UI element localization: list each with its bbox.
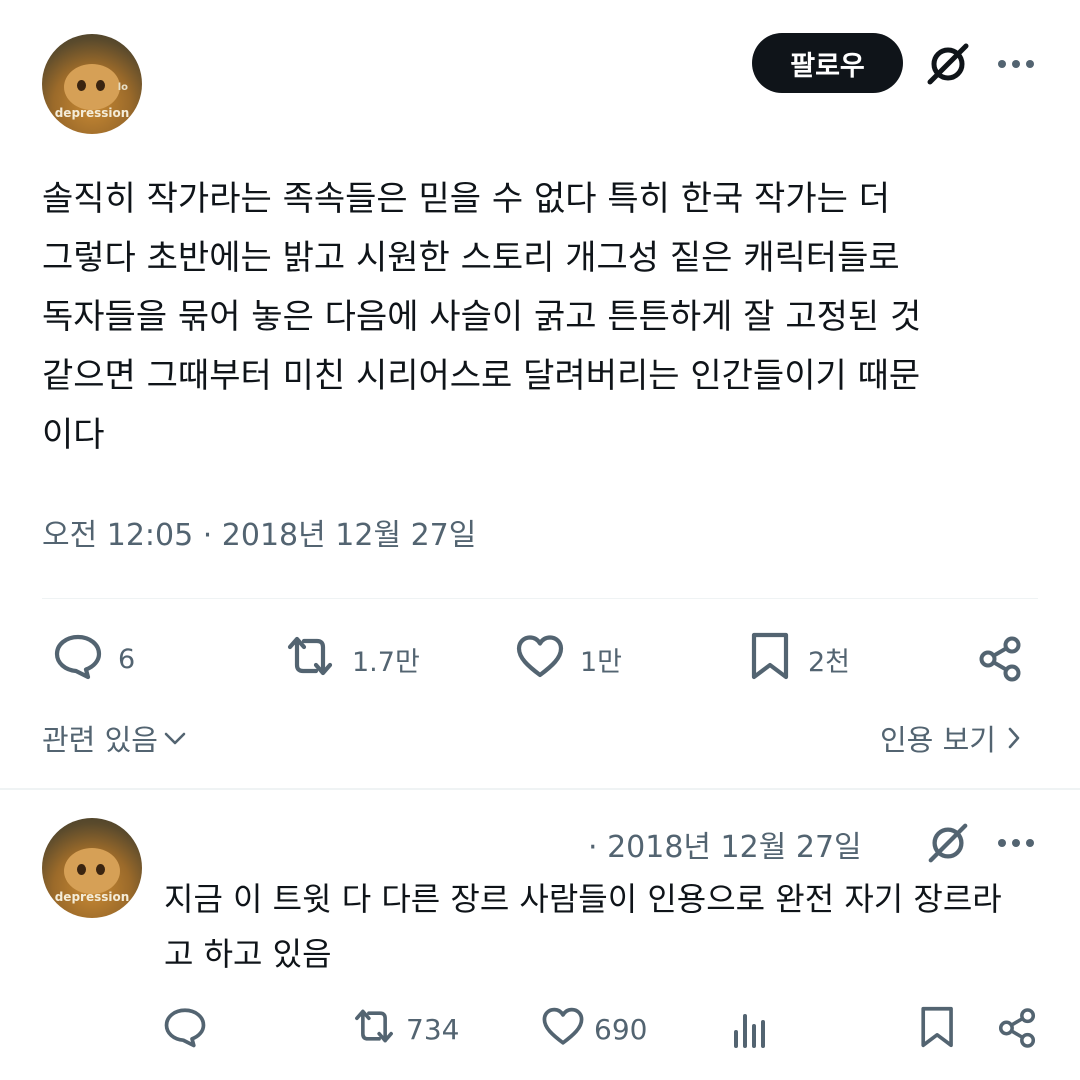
chevron-down-icon (162, 728, 188, 748)
avatar-eye-left (77, 80, 86, 91)
follow-button[interactable]: 팔로우 (752, 33, 903, 93)
retweet-count: 1.7만 (352, 646, 420, 678)
share-icon[interactable] (994, 1004, 1040, 1052)
like-button[interactable]: 1만 (514, 634, 622, 684)
like-icon (540, 1005, 586, 1054)
reply-icon (162, 1005, 208, 1053)
reply-date[interactable]: · 2018년 12월 27일 (588, 822, 862, 866)
grok-icon[interactable] (920, 40, 976, 88)
avatar-face (64, 64, 120, 110)
share-icon[interactable] (972, 634, 1028, 684)
view-quotes-label: 인용 보기 (880, 723, 996, 757)
section-divider (0, 788, 1080, 790)
avatar-caption: depression (54, 106, 130, 120)
bookmark-button[interactable]: 2천 (748, 632, 851, 684)
reply-text: 지금 이 트윗 다 다른 장르 사람들이 인용으로 완전 자기 장르라 고 하고… (164, 872, 1044, 982)
reply-avatar[interactable]: depression (42, 818, 142, 918)
tweet-text-line: 독자들을 묶어 놓은 다음에 사슬이 굵고 튼튼하게 잘 고정된 것 (42, 297, 922, 337)
retweet-button[interactable]: 734 (350, 1006, 459, 1052)
avatar-eye-right (96, 864, 105, 875)
tweet-text: 솔직히 작가라는 족속들은 믿을 수 없다 특히 한국 작가는 더 그렇다 초반… (42, 170, 1052, 465)
retweet-icon (282, 633, 338, 686)
avatar-side-text: lo (117, 82, 128, 93)
related-label: 관련 있음 (42, 723, 158, 757)
reply-button[interactable]: 6 (52, 634, 135, 684)
retweet-icon (350, 1006, 398, 1053)
like-button[interactable]: 690 (540, 1006, 647, 1052)
like-icon (514, 633, 566, 686)
chevron-right-icon (1006, 725, 1022, 751)
reply-button[interactable] (160, 1006, 210, 1052)
retweet-count: 734 (406, 1012, 460, 1046)
bookmark-icon (748, 631, 794, 688)
bookmark-icon (918, 1004, 958, 1054)
more-icon[interactable] (992, 828, 1040, 858)
avatar[interactable]: lo depression (42, 34, 142, 134)
bookmark-count: 2천 (808, 646, 851, 678)
view-quotes-link[interactable]: 인용 보기 (880, 718, 1022, 758)
bookmark-button[interactable] (916, 1004, 960, 1054)
tweet-text-line: 같으면 그때부터 미친 시리어스로 달려버리는 인간들이기 때문 (42, 356, 921, 396)
more-icon[interactable] (992, 48, 1040, 80)
reply-text-line: 고 하고 있음 (164, 935, 332, 973)
like-count: 1만 (580, 646, 623, 678)
reply-icon (52, 631, 104, 688)
reply-text-line: 지금 이 트윗 다 다른 장르 사람들이 인용으로 완전 자기 장르라 (164, 880, 1002, 918)
divider (42, 598, 1038, 599)
tweet-text-line: 이다 (42, 415, 105, 455)
tweet-timestamp[interactable]: 오전 12:05 · 2018년 12월 27일 (42, 510, 476, 554)
avatar-eye-left (77, 864, 86, 875)
tweet-text-line: 그렇다 초반에는 밝고 시원한 스토리 개그성 짙은 캐릭터들로 (42, 238, 900, 278)
related-toggle[interactable]: 관련 있음 (42, 718, 188, 758)
avatar-eye-right (96, 80, 105, 91)
avatar-face (64, 848, 120, 894)
retweet-button[interactable]: 1.7만 (282, 634, 420, 684)
avatar-caption: depression (54, 890, 130, 904)
like-count: 690 (594, 1012, 648, 1046)
reply-count: 6 (118, 643, 136, 675)
grok-icon[interactable] (922, 820, 974, 866)
analytics-icon[interactable] (728, 1006, 772, 1052)
tweet-text-line: 솔직히 작가라는 족속들은 믿을 수 없다 특히 한국 작가는 더 (42, 179, 890, 219)
